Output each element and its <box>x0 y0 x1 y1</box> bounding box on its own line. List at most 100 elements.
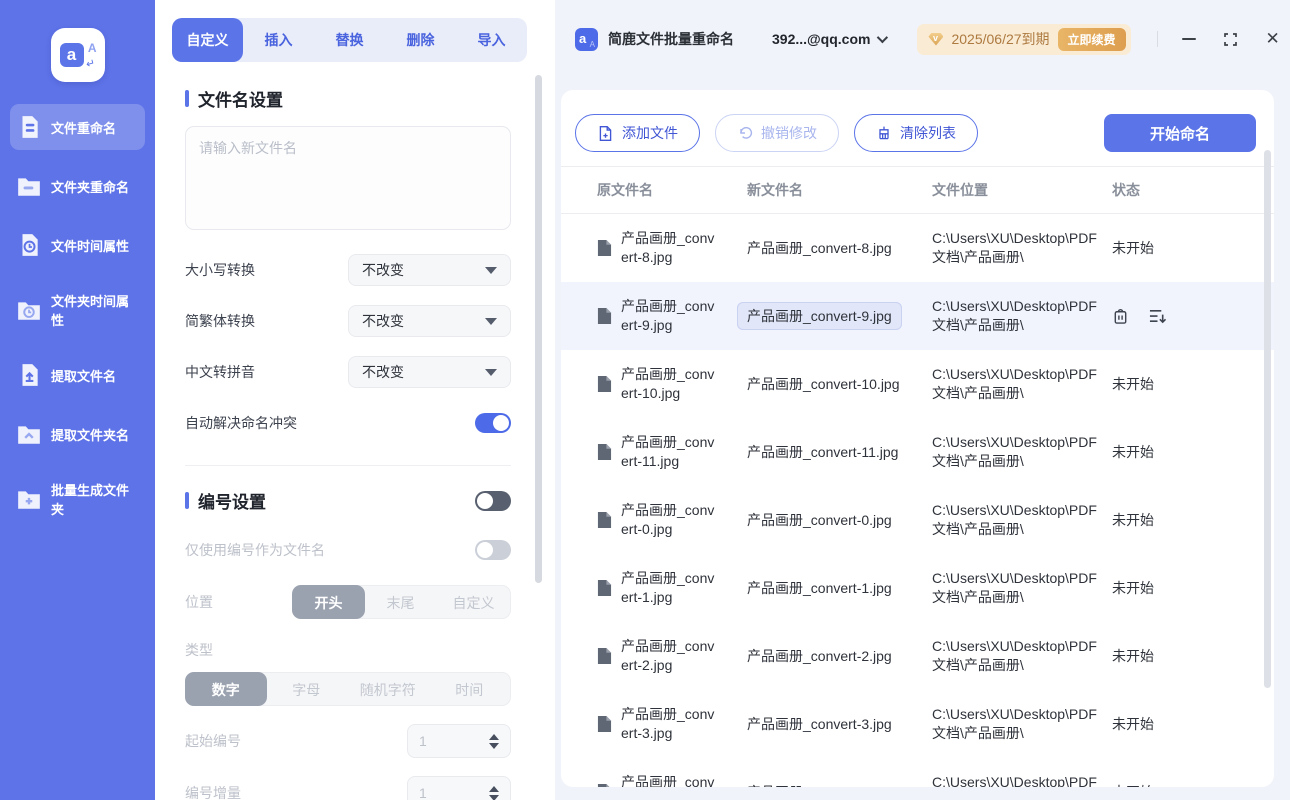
status-text: 未开始 <box>1112 444 1154 460</box>
new-filename-input[interactable] <box>185 126 511 230</box>
app-mini-logo-icon: aA <box>575 27 598 51</box>
spinner-down-icon[interactable] <box>489 794 499 800</box>
table-row[interactable]: 产品画册_convert-8.jpg 产品画册_convert-8.jpg C:\U… <box>561 214 1274 282</box>
position-option[interactable]: 自定义 <box>437 586 510 618</box>
accent-bar <box>185 492 189 509</box>
position-label: 位置 <box>185 594 213 610</box>
number-spinner[interactable]: 1 <box>407 724 511 758</box>
file-list-scrollbar[interactable] <box>1264 150 1271 688</box>
status-text: 未开始 <box>1112 376 1154 392</box>
account-menu[interactable]: 392...@qq.com <box>772 31 889 47</box>
tab-2[interactable]: 插入 <box>243 18 314 62</box>
sidebar-item-7[interactable]: 批量生成文件夹 <box>10 470 145 528</box>
cell-new-name[interactable]: 产品画册_convert-1.jpg <box>747 579 932 598</box>
tab-1[interactable]: 自定义 <box>172 18 243 62</box>
type-option[interactable]: 随机字符 <box>347 673 429 705</box>
old-name-text: 产品画册_convert-0.jpg <box>621 502 715 537</box>
type-option[interactable]: 字母 <box>266 673 348 705</box>
sidebar-item-1[interactable]: 文件重命名 <box>10 104 145 150</box>
sidebar-item-3[interactable]: 文件时间属性 <box>10 222 145 268</box>
table-row[interactable]: 产品画册_convert-3.jpg 产品画册_convert-3.jpg C:\U… <box>561 690 1274 758</box>
file-time-icon <box>22 234 38 256</box>
sidebar-item-2[interactable]: 文件夹重命名 <box>10 163 145 209</box>
cell-new-name[interactable]: 产品画册_convert-2.jpg <box>747 647 932 666</box>
settings-scrollbar[interactable] <box>535 75 542 583</box>
insert-list-icon[interactable] <box>1148 308 1167 325</box>
cell-new-name[interactable]: 产品画册_convert-10.jpg <box>747 375 932 394</box>
cell-location: C:\Users\XU\Desktop\PDF 文档\产品画册\ <box>932 773 1112 787</box>
delete-icon[interactable] <box>1112 307 1129 325</box>
logo-a-icon: a <box>59 43 84 67</box>
type-option[interactable]: 数字 <box>185 672 267 706</box>
logo-arrow-icon: ↵ <box>85 56 98 71</box>
cell-location: C:\Users\XU\Desktop\PDF 文档\产品画册\ <box>932 433 1112 471</box>
tab-5[interactable]: 导入 <box>456 18 527 62</box>
type-option[interactable]: 时间 <box>429 673 511 705</box>
spinner-arrows[interactable] <box>489 785 499 800</box>
cell-new-name[interactable]: 产品画册_convert-4.jpg <box>747 783 932 787</box>
sidebar-item-4[interactable]: 文件夹时间属性 <box>10 281 145 339</box>
table-row[interactable]: 产品画册_convert-11.jpg 产品画册_convert-11.jpg C:… <box>561 418 1274 486</box>
position-option[interactable]: 末尾 <box>364 586 437 618</box>
tab-3[interactable]: 替换 <box>314 18 385 62</box>
convert-row-1: 大小写转换 不改变 <box>185 254 511 286</box>
add-files-button[interactable]: 添加文件 <box>575 114 700 152</box>
conflict-toggle-label: 自动解决命名冲突 <box>185 415 297 431</box>
spinner-up-icon[interactable] <box>489 733 499 740</box>
vip-diamond-icon: v <box>928 32 944 46</box>
extract-filename-icon <box>22 364 38 386</box>
close-icon[interactable]: ✕ <box>1264 29 1282 48</box>
cell-old-name: 产品画册_convert-0.jpg <box>561 501 747 539</box>
file-list-card: 添加文件 撤销修改 清除列表 开始命名 原文件名 新文件名 文件位置 状态 产品… <box>561 90 1274 787</box>
table-row[interactable]: 产品画册_convert-0.jpg 产品画册_convert-0.jpg C:\U… <box>561 486 1274 554</box>
spinner-up-icon[interactable] <box>489 785 499 792</box>
position-option[interactable]: 开头 <box>292 585 365 619</box>
cell-new-name[interactable]: 产品画册_convert-11.jpg <box>747 443 932 462</box>
minimize-icon[interactable] <box>1180 30 1198 48</box>
clear-list-button[interactable]: 清除列表 <box>854 114 978 152</box>
table-row[interactable]: 产品画册_convert-9.jpg 产品画册_convert-9.jpg C:\U… <box>561 282 1274 350</box>
table-row[interactable]: 产品画册_convert-4.jpg 产品画册_convert-4.jpg C:\U… <box>561 758 1274 787</box>
cell-old-name: 产品画册_convert-2.jpg <box>561 637 747 675</box>
cell-new-name[interactable]: 产品画册_convert-9.jpg <box>737 301 932 330</box>
numbering-settings-heading: 编号设置 <box>185 488 266 513</box>
table-row[interactable]: 产品画册_convert-1.jpg 产品画册_convert-1.jpg C:\U… <box>561 554 1274 622</box>
cell-old-name: 产品画册_convert-3.jpg <box>561 705 747 743</box>
titlebar: aA 简鹿文件批量重命名 392...@qq.com v 2025/06/27到… <box>555 0 1290 78</box>
convert-label: 中文转拼音 <box>185 364 255 380</box>
only-number-toggle[interactable] <box>475 540 511 560</box>
folder-time-icon <box>18 302 40 320</box>
convert-row-2: 简繁体转换 不改变 <box>185 305 511 337</box>
convert-select[interactable]: 不改变 <box>348 305 511 337</box>
cell-new-name[interactable]: 产品画册_convert-8.jpg <box>747 239 932 258</box>
convert-select[interactable]: 不改变 <box>348 254 511 286</box>
undo-button[interactable]: 撤销修改 <box>715 114 839 152</box>
location-text: C:\Users\XU\Desktop\PDF 文档\产品画册\ <box>932 230 1097 265</box>
renew-button[interactable]: 立即续费 <box>1057 27 1126 51</box>
cell-status: 未开始 <box>1112 714 1274 734</box>
spinner-down-icon[interactable] <box>489 742 499 749</box>
cell-location: C:\Users\XU\Desktop\PDF 文档\产品画册\ <box>932 501 1112 539</box>
dropdown-arrow-icon <box>485 368 497 376</box>
maximize-icon[interactable] <box>1222 30 1240 48</box>
cell-location: C:\Users\XU\Desktop\PDF 文档\产品画册\ <box>932 229 1112 267</box>
number-spinner[interactable]: 1 <box>407 776 511 800</box>
numbering-toggle[interactable] <box>475 490 511 511</box>
cell-new-name[interactable]: 产品画册_convert-3.jpg <box>747 715 932 734</box>
sidebar-item-5[interactable]: 提取文件名 <box>10 352 145 398</box>
start-rename-button[interactable]: 开始命名 <box>1104 114 1256 152</box>
cell-new-name[interactable]: 产品画册_convert-0.jpg <box>747 511 932 530</box>
status-text: 未开始 <box>1112 240 1154 256</box>
new-name-text: 产品画册_convert-8.jpg <box>747 239 892 256</box>
table-row[interactable]: 产品画册_convert-2.jpg 产品画册_convert-2.jpg C:\U… <box>561 622 1274 690</box>
header-status: 状态 <box>1112 182 1140 198</box>
spinner-arrows[interactable] <box>489 733 499 749</box>
conflict-toggle[interactable] <box>475 413 511 433</box>
table-row[interactable]: 产品画册_convert-10.jpg 产品画册_convert-10.jpg C:… <box>561 350 1274 418</box>
table-header: 原文件名 新文件名 文件位置 状态 <box>561 166 1274 214</box>
batch-create-folder-icon <box>18 491 40 509</box>
sidebar-item-6[interactable]: 提取文件夹名 <box>10 411 145 457</box>
file-icon <box>597 376 612 392</box>
tab-4[interactable]: 删除 <box>385 18 456 62</box>
convert-select[interactable]: 不改变 <box>348 356 511 388</box>
